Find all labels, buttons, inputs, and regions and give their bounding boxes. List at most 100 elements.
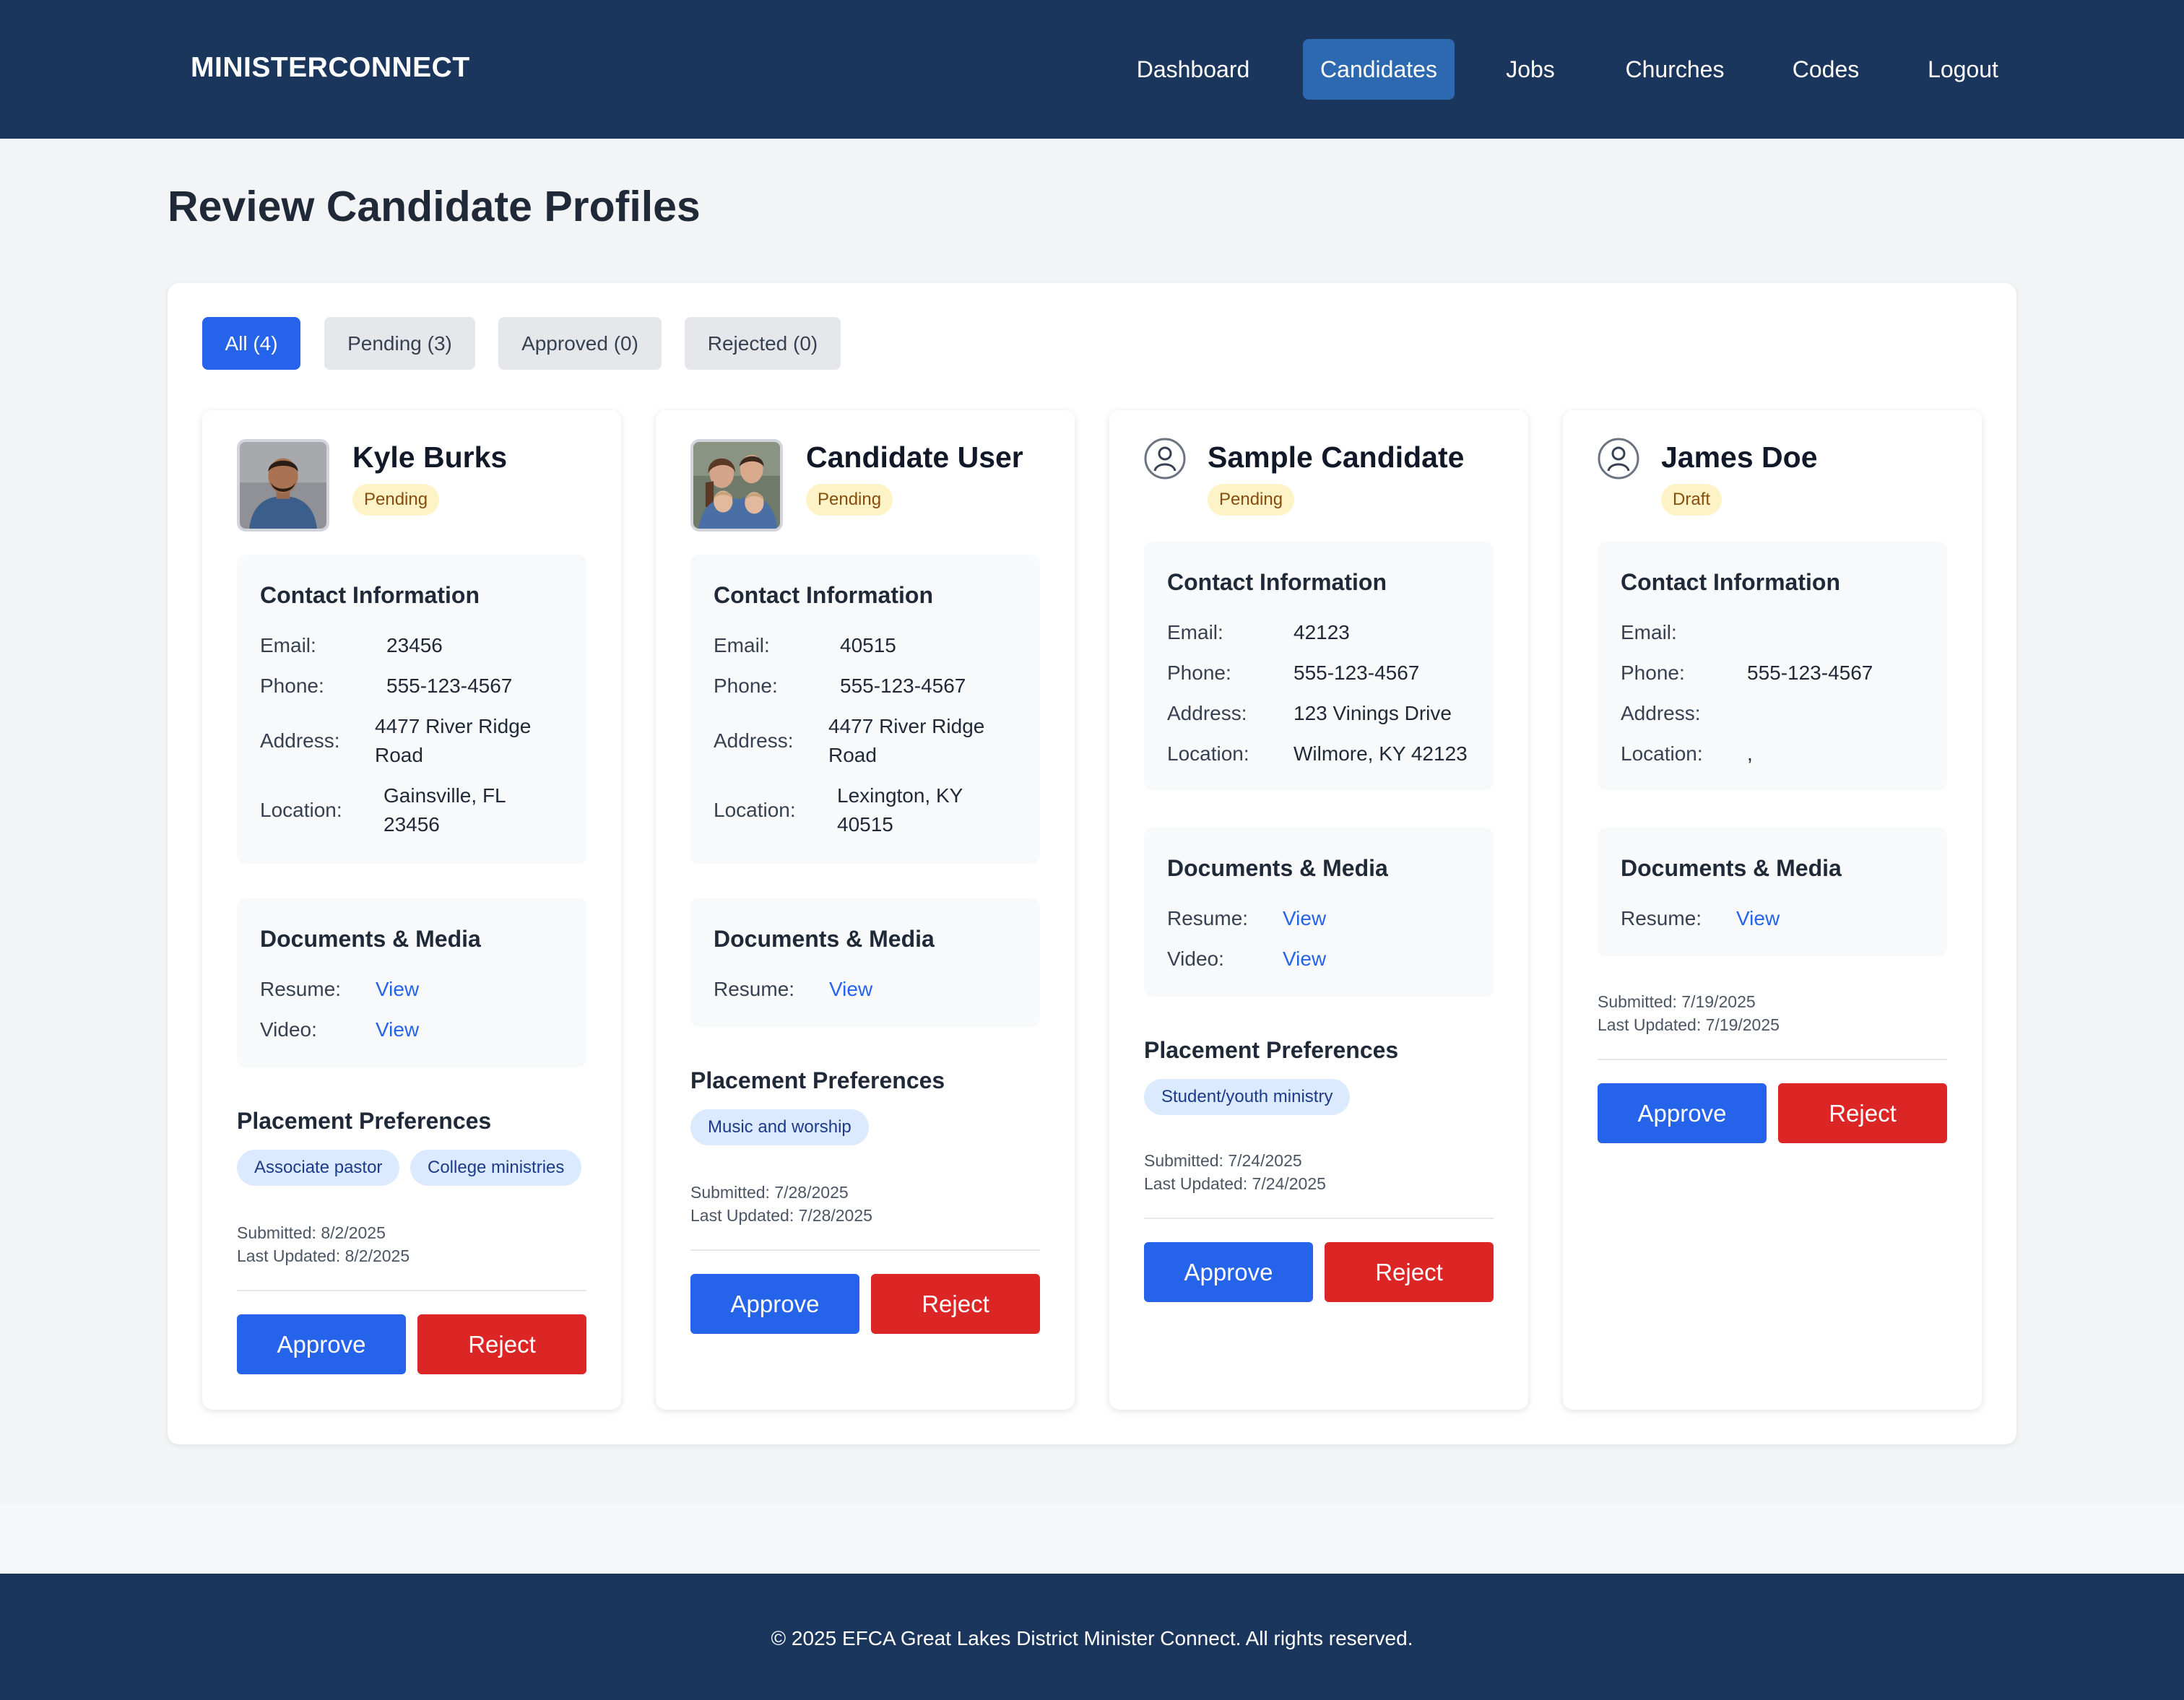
updated-date: Last Updated: 7/28/2025 <box>690 1206 872 1225</box>
phone-value: 555-123-4567 <box>1294 662 1420 684</box>
resume-view-link[interactable]: View <box>1283 907 1326 930</box>
status-badge: Pending <box>352 484 440 516</box>
contact-section-title: Contact Information <box>714 582 933 608</box>
address-label: Address: <box>714 729 794 752</box>
email-value: 42123 <box>1294 621 1350 643</box>
preference-tag: College ministries <box>410 1150 582 1186</box>
card-divider <box>690 1249 1040 1251</box>
tab-pending[interactable]: Pending (3) <box>324 317 475 370</box>
reject-button[interactable]: Reject <box>1325 1242 1494 1302</box>
candidate-name: Kyle Burks <box>352 441 508 474</box>
tab-rejected[interactable]: Rejected (0) <box>685 317 841 370</box>
status-badge: Pending <box>1208 484 1295 516</box>
documents-section-title: Documents & Media <box>1167 855 1388 881</box>
resume-label: Resume: <box>260 978 342 1000</box>
documents-section-title: Documents & Media <box>714 926 935 952</box>
preferences-title: Placement Preferences <box>690 1067 945 1093</box>
candidate-name: Sample Candidate <box>1208 441 1465 474</box>
card-divider <box>1598 1059 1947 1060</box>
preference-tag: Music and worship <box>690 1109 869 1145</box>
phone-label: Phone: <box>1167 662 1231 684</box>
email-label: Email: <box>1621 621 1677 643</box>
candidate-name: Candidate User <box>806 441 1023 474</box>
status-badge: Pending <box>806 484 893 516</box>
resume-view-link[interactable]: View <box>376 978 419 1001</box>
footer-copyright: © 2025 EFCA Great Lakes District Ministe… <box>771 1627 1413 1649</box>
reject-button[interactable]: Reject <box>871 1274 1040 1334</box>
page-title: Review Candidate Profiles <box>168 183 701 230</box>
location-label: Location: <box>260 799 342 821</box>
documents-section <box>690 898 1040 1027</box>
tab-approved[interactable]: Approved (0) <box>498 317 662 370</box>
documents-section-title: Documents & Media <box>260 926 481 952</box>
preference-tag: Associate pastor <box>237 1150 400 1186</box>
location-value: Gainsville, FL 23456 <box>384 784 506 836</box>
preference-tag: Student/youth ministry <box>1144 1079 1351 1115</box>
submitted-date: Submitted: 7/24/2025 <box>1144 1151 1302 1170</box>
candidate-photo <box>690 439 783 532</box>
resume-view-link[interactable]: View <box>1736 907 1780 930</box>
address-value: 4477 River Ridge Road <box>375 715 532 766</box>
approve-button[interactable]: Approve <box>237 1314 406 1374</box>
phone-label: Phone: <box>1621 662 1685 684</box>
approve-button[interactable]: Approve <box>1598 1083 1767 1143</box>
nav-churches[interactable]: Churches <box>1606 39 1743 100</box>
location-value: , <box>1747 742 1753 765</box>
user-icon <box>1598 438 1639 480</box>
location-label: Location: <box>1621 742 1703 765</box>
video-view-link[interactable]: View <box>376 1018 419 1041</box>
email-label: Email: <box>1167 621 1223 643</box>
documents-section <box>1598 828 1947 956</box>
nav-codes[interactable]: Codes <box>1780 39 1872 100</box>
location-label: Location: <box>714 799 796 821</box>
resume-label: Resume: <box>1621 907 1702 929</box>
tab-all[interactable]: All (4) <box>202 317 300 370</box>
contact-section-title: Contact Information <box>1621 569 1840 595</box>
video-view-link[interactable]: View <box>1283 947 1326 971</box>
brand-logo[interactable]: MINISTERCONNECT <box>191 52 470 84</box>
status-badge: Draft <box>1661 484 1722 516</box>
email-value: 23456 <box>386 634 443 656</box>
contact-section-title: Contact Information <box>260 582 480 608</box>
email-label: Email: <box>714 634 770 656</box>
reject-button[interactable]: Reject <box>417 1314 586 1374</box>
card-divider <box>237 1290 586 1291</box>
nav-jobs[interactable]: Jobs <box>1491 39 1570 100</box>
user-icon <box>1144 438 1186 480</box>
phone-label: Phone: <box>714 675 778 697</box>
preferences-title: Placement Preferences <box>1144 1037 1399 1063</box>
video-label: Video: <box>1167 947 1224 970</box>
resume-view-link[interactable]: View <box>829 978 872 1001</box>
updated-date: Last Updated: 8/2/2025 <box>237 1246 410 1265</box>
address-label: Address: <box>1167 702 1247 724</box>
address-value: 4477 River Ridge Road <box>828 715 985 766</box>
address-label: Address: <box>260 729 340 752</box>
approve-button[interactable]: Approve <box>690 1274 859 1334</box>
address-label: Address: <box>1621 702 1701 724</box>
reject-button[interactable]: Reject <box>1778 1083 1947 1143</box>
approve-button[interactable]: Approve <box>1144 1242 1313 1302</box>
nav-candidates[interactable]: Candidates <box>1303 39 1455 100</box>
candidate-name: James Doe <box>1661 441 1818 474</box>
nav-dashboard[interactable]: Dashboard <box>1121 39 1265 100</box>
location-value: Wilmore, KY 42123 <box>1294 742 1468 765</box>
email-label: Email: <box>260 634 316 656</box>
nav-logout[interactable]: Logout <box>1908 39 2018 100</box>
resume-label: Resume: <box>714 978 795 1000</box>
candidate-photo <box>237 439 329 532</box>
card-divider <box>1144 1218 1494 1219</box>
preferences-title: Placement Preferences <box>237 1108 492 1134</box>
video-label: Video: <box>260 1018 317 1041</box>
documents-section-title: Documents & Media <box>1621 855 1842 881</box>
resume-label: Resume: <box>1167 907 1249 929</box>
location-label: Location: <box>1167 742 1249 765</box>
phone-value: 555-123-4567 <box>1747 662 1873 684</box>
submitted-date: Submitted: 8/2/2025 <box>237 1223 386 1242</box>
phone-value: 555-123-4567 <box>840 675 966 697</box>
page-bottom-strip <box>0 1504 2184 1574</box>
updated-date: Last Updated: 7/24/2025 <box>1144 1174 1326 1193</box>
location-value: Lexington, KY 40515 <box>837 784 963 836</box>
email-value: 40515 <box>840 634 896 656</box>
contact-section-title: Contact Information <box>1167 569 1387 595</box>
phone-label: Phone: <box>260 675 324 697</box>
